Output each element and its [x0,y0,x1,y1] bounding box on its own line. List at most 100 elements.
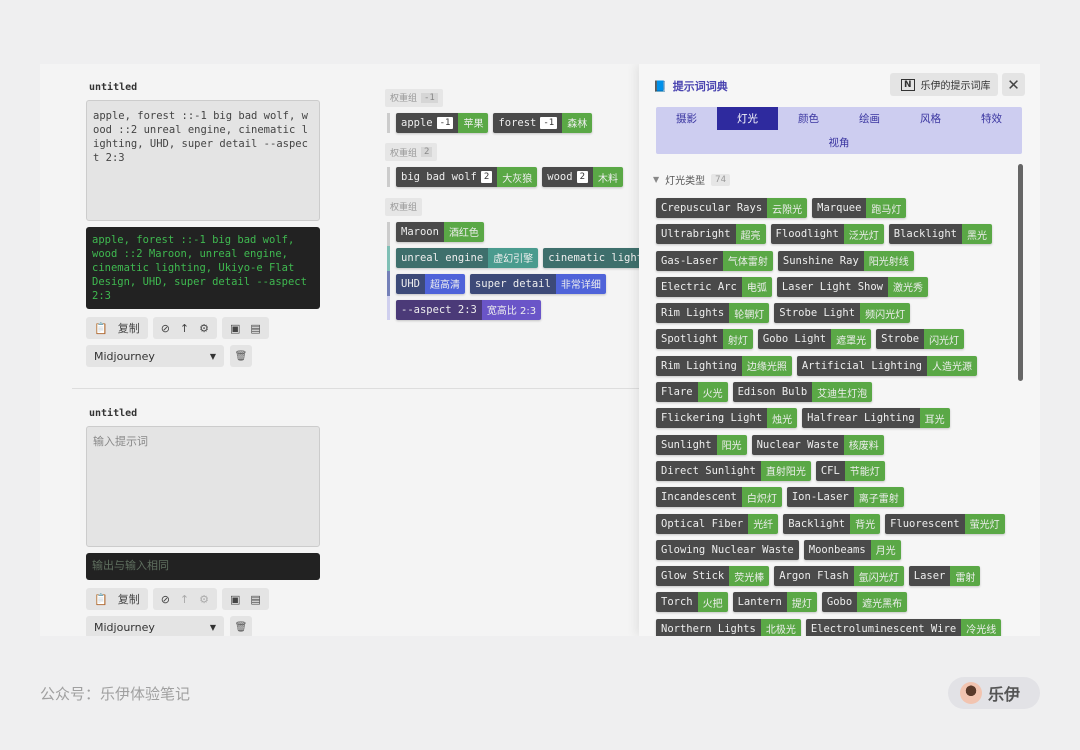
tab-1[interactable]: 灯光 [717,107,778,130]
gear-icon[interactable]: ⚙ [199,322,209,335]
tab-3[interactable]: 绘画 [839,107,900,130]
tag-zh: 虚幻引擎 [488,247,539,268]
arrow-up-icon[interactable]: ↑ [180,322,189,335]
tag-chip[interactable]: Blacklight 黑光 [888,224,992,245]
tab-5[interactable]: 特效 [961,107,1022,130]
tag-chip[interactable]: wood 2 木料 [542,167,623,187]
tag-chip[interactable]: UHD 超高清 [396,273,465,294]
tag-chip[interactable]: CFL 节能灯 [815,460,885,481]
tag-chip[interactable]: Moonbeams 月光 [803,539,901,560]
tag-chip[interactable]: Fluorescent 萤光灯 [885,513,1005,534]
clear-icon[interactable]: ⊘ [161,593,170,606]
trash-icon: 🗑 [234,350,248,362]
tag-chip[interactable]: Sunlight 阳光 [656,434,747,455]
tag-zh: 云隙光 [767,198,808,218]
tag-chip[interactable]: Halfrear Lighting 耳光 [802,408,950,429]
weight-group-label: 权重组 2 [385,143,438,161]
avatar [960,682,982,704]
tag-chip[interactable]: Incandescent 白炽灯 [656,487,782,508]
tag-en: Strobe [881,333,920,346]
tag-chip[interactable]: Laser 雷射 [908,566,981,587]
tag-en: Lantern [737,596,782,609]
close-button[interactable]: ✕ [1002,73,1025,96]
tag-chip[interactable]: Northern Lights 北极光 [656,618,801,636]
tag-chip[interactable]: Lantern 提灯 [732,592,817,613]
prompt-output: apple, forest ::-1 big bad wolf, wood ::… [86,227,320,309]
tag-zh: 频闪光灯 [860,303,911,324]
tag-chip[interactable]: Flare 火光 [656,382,728,403]
tag-chip[interactable]: Marquee 跑马灯 [812,198,907,218]
tag-chip[interactable]: big bad wolf 2 大灰狼 [396,167,538,187]
tag-chip[interactable]: Rim Lighting 边缘光照 [656,355,792,376]
tag-chip[interactable]: Ion-Laser 离子雷射 [786,487,904,508]
tag-chip[interactable]: Glowing Nuclear Waste [656,539,799,560]
tab-4[interactable]: 风格 [900,107,961,130]
tag-chip[interactable]: Gobo 遮光黑布 [821,592,908,613]
tag-chip[interactable]: Electric Arc 电弧 [656,276,772,297]
tag-chip[interactable]: --aspect 2:3 宽高比 2:3 [396,299,542,320]
prompt-input[interactable]: apple, forest ::-1 big bad wolf, wood ::… [86,100,320,221]
tag-chip[interactable]: Crepuscular Rays 云隙光 [656,198,808,218]
section-header[interactable]: ▼ 灯光类型 74 [653,172,730,187]
tag-chip[interactable]: Ultrabright 超亮 [656,224,766,245]
tag-chip[interactable]: Nuclear Waste 核废料 [751,434,884,455]
gear-icon[interactable]: ⚙ [199,593,209,606]
tag-chip[interactable]: Optical Fiber 光纤 [656,513,779,534]
copy-label: 复制 [117,322,140,335]
clear-icon[interactable]: ⊘ [161,322,170,335]
hd-icon[interactable]: ▤ [250,322,260,335]
prompt-input[interactable]: 输入提示词 [86,426,320,547]
delete-button[interactable]: 🗑 [230,616,252,636]
hd-icon[interactable]: ▤ [250,593,260,606]
copy-button[interactable]: 📋 复制 [86,588,148,610]
tag-chip[interactable]: Backlight 背光 [783,513,881,534]
weight-groups: 权重组 -1 apple -1 苹果 forest -1 森林 权重组 2 big bad wolf… [385,86,639,336]
tag-chip[interactable]: Artificial Lighting 人造光源 [796,355,977,376]
delete-button[interactable]: 🗑 [230,345,252,367]
tag-chip[interactable]: Argon Flash 氩闪光灯 [774,566,904,587]
tag-chip[interactable]: Direct Sunlight 直射阳光 [656,460,811,481]
tag-chip[interactable]: Strobe 闪光灯 [876,329,965,350]
image-icon[interactable]: ▣ [230,322,240,335]
tag-chip[interactable]: Floodlight 泛光灯 [770,224,884,245]
tag-chip[interactable]: Rim Lights 轮辋灯 [656,303,770,324]
image-icon[interactable]: ▣ [230,593,240,606]
tag-chip[interactable]: Electroluminescent Wire 冷光线 [805,618,1002,636]
tab-6[interactable]: 视角 [656,131,1022,154]
tag-zh: 边缘光照 [741,355,792,376]
tag-en: Argon Flash [779,570,849,583]
tag-zh: 跑马灯 [866,198,907,218]
model-value: Midjourney [94,349,155,363]
section-title: 灯光类型 [665,176,706,187]
tab-2[interactable]: 颜色 [778,107,839,130]
tab-0[interactable]: 摄影 [656,107,717,130]
tag-en: Maroon [401,225,439,238]
tag-chip[interactable]: Flickering Light 烛光 [656,408,798,429]
tag-chip[interactable]: Torch 火把 [656,592,728,613]
tag-chip[interactable]: Gas-Laser 气体雷射 [656,250,773,271]
tag-chip[interactable]: Spotlight 射灯 [656,329,753,350]
tag-chip[interactable]: super detail 非常详细 [469,273,606,294]
arrow-up-icon[interactable]: ↑ [180,593,189,606]
tag-chip[interactable]: forest -1 森林 [493,112,593,133]
copy-button[interactable]: 📋 复制 [86,317,148,339]
tag-chip[interactable]: Gobo Light 遮罩光 [757,329,872,350]
tag-chip[interactable]: cinematic lighting电影灯光 [543,247,639,268]
model-select[interactable]: Midjourney ▼ [86,345,224,367]
tag-chip[interactable]: apple -1 苹果 [396,112,489,133]
tag-chip[interactable]: Edison Bulb 艾迪生灯泡 [732,382,873,403]
tag-en: Halfrear Lighting [807,412,915,425]
tag-en: Crepuscular Rays [661,202,763,214]
model-select[interactable]: Midjourney ▼ [86,616,224,636]
tag-chip[interactable]: Strobe Light 频闪光灯 [774,303,911,324]
block-title: untitled [89,408,138,419]
tag-chip[interactable]: unreal engine 虚幻引擎 [396,247,539,268]
tag-chip[interactable]: Laser Light Show 激光秀 [776,276,929,297]
tag-en: Gobo Light [762,333,827,346]
notion-library-button[interactable]: N 乐伊的提示词库 [890,73,998,96]
tag-zh: 月光 [870,539,901,560]
tag-chip[interactable]: Sunshine Ray 阳光射线 [777,250,914,271]
tag-chip[interactable]: Maroon 酒红色 [396,221,484,242]
scrollbar[interactable] [1018,164,1023,381]
tag-chip[interactable]: Glow Stick 荧光棒 [656,566,770,587]
